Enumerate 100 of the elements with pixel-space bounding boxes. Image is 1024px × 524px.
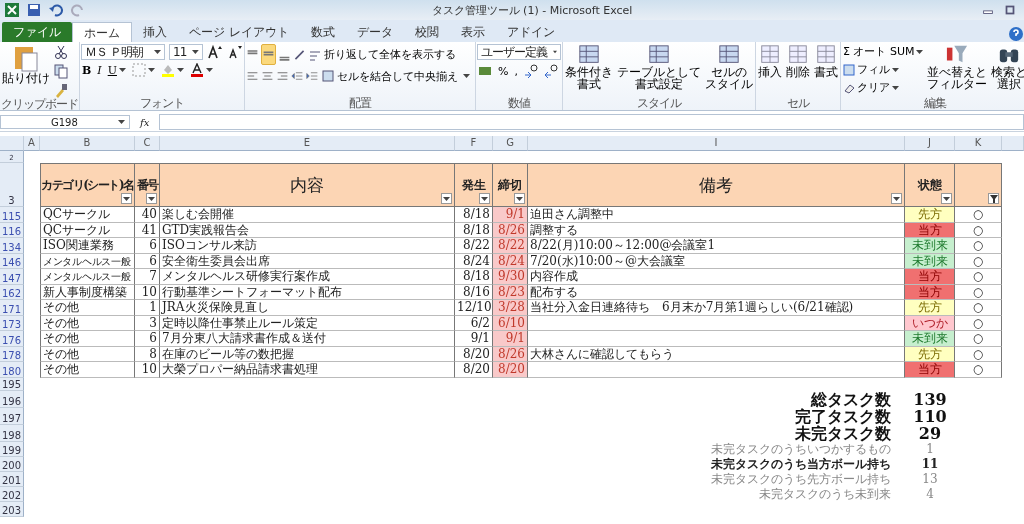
column-header[interactable]: K (955, 136, 1002, 151)
wrap-text-button[interactable]: 折り返して全体を表示する (308, 47, 457, 62)
row-header[interactable]: 176 (0, 331, 24, 347)
dropdown-button[interactable] (941, 193, 952, 204)
style-button[interactable]: セルの スタイル (704, 44, 754, 90)
filter-icon[interactable] (988, 193, 999, 204)
row-header[interactable]: 115 (0, 207, 24, 223)
font-size-field[interactable]: 11 (169, 44, 203, 60)
ribbon-tab[interactable]: ページ レイアウト (178, 22, 300, 42)
group-label: 配置 (349, 97, 371, 110)
summary-label: 未完タスクのうち先方ボール持ち (711, 471, 891, 486)
caret-icon (147, 68, 155, 72)
excel-icon[interactable] (4, 2, 20, 18)
number-format-field[interactable]: ユーザー定義 (477, 44, 561, 60)
shrink-font-icon[interactable] (227, 44, 243, 60)
ribbon-tab[interactable]: 挿入 (132, 22, 178, 42)
increase-decimal-icon[interactable] (522, 63, 539, 79)
help-icon[interactable] (1008, 26, 1024, 42)
save-icon[interactable] (26, 2, 42, 18)
ribbon-tab[interactable]: ホーム (72, 22, 132, 42)
undo-icon[interactable] (48, 2, 64, 18)
dropdown-button[interactable] (514, 193, 525, 204)
dropdown-button[interactable] (891, 193, 902, 204)
group-label: 編集 (924, 97, 947, 110)
row-header[interactable]: 147 (0, 269, 24, 285)
table-cell: 調整する (528, 222, 905, 238)
column-header[interactable]: E (160, 136, 455, 151)
table-cell: 3/28 (493, 300, 528, 316)
insert-function-button[interactable]: fx (134, 116, 156, 128)
table-cell: 8/22(月)10:00～12:00@会議室1 (528, 238, 905, 254)
grow-font-icon[interactable] (207, 44, 223, 60)
row-header[interactable]: 171 (0, 300, 24, 316)
style-button[interactable]: テーブルとして 書式設定 (616, 44, 702, 90)
column-header[interactable]: J (905, 136, 955, 151)
column-header[interactable]: F (455, 136, 493, 151)
caret-icon (118, 68, 126, 72)
row-header[interactable]: 180 (0, 362, 24, 378)
column-header[interactable]: I (528, 136, 905, 151)
italic-button[interactable]: I (96, 63, 103, 77)
group-label: 数値 (508, 97, 530, 110)
dropdown-button[interactable] (146, 193, 157, 204)
ribbon-tab[interactable]: データ (345, 22, 404, 42)
cells-button[interactable]: 挿入 (757, 44, 783, 78)
table-cell: 楽しむ会開催 (160, 207, 455, 223)
table-cell: その他 (40, 315, 135, 331)
ribbon-tab[interactable]: 表示 (449, 22, 496, 42)
percent-button[interactable]: % (497, 64, 510, 78)
ribbon-tab[interactable]: アドイン (495, 22, 566, 42)
paste-button[interactable]: 貼り付け (1, 44, 51, 84)
table-cell: ISO関連業務 (40, 238, 135, 254)
fill-color-button[interactable] (159, 63, 185, 77)
row-header[interactable]: 3 (0, 163, 24, 207)
underline-button[interactable]: U (106, 63, 127, 77)
borders-button[interactable] (130, 63, 156, 77)
table-cell: ○ (955, 300, 1002, 316)
summary-value: 139 (912, 390, 948, 408)
column-header[interactable]: G (493, 136, 528, 151)
scissors-icon[interactable] (53, 44, 69, 60)
table-cell: 10 (135, 284, 160, 300)
table-cell: 3 (135, 315, 160, 331)
find-select-button[interactable]: 検索と 選択 (990, 44, 1024, 90)
row-header[interactable]: 134 (0, 238, 24, 254)
column-header[interactable]: A (24, 136, 40, 151)
cells-button[interactable]: 書式 (813, 44, 839, 78)
autosum-button[interactable]: Σ オート SUM (842, 44, 925, 59)
table-cell: メンタルヘルス一般 (40, 253, 135, 269)
format-brush-icon[interactable] (53, 82, 69, 98)
bold-button[interactable]: B (81, 63, 93, 77)
font-color-button[interactable] (188, 63, 214, 77)
clear-button[interactable]: クリア (842, 80, 925, 95)
dropdown-button[interactable] (479, 193, 490, 204)
ribbon-tab[interactable]: 校閲 (403, 22, 450, 42)
status-cell: 未到来 (905, 238, 955, 254)
summary-label: 総タスク数 (811, 389, 891, 409)
dropdown-button[interactable] (441, 193, 452, 204)
merge-center-button[interactable]: セルを結合して中央揃え (321, 68, 474, 84)
group-label: スタイル (637, 97, 681, 110)
fill-button[interactable]: フィル (842, 62, 925, 77)
name-box[interactable]: G198 (0, 115, 130, 129)
formula-field[interactable] (159, 114, 1024, 130)
column-title: 締切 (498, 176, 522, 194)
window-title: タスク管理ツール (1) - Microsoft Excel (430, 2, 634, 18)
sort-filter-button[interactable]: 並べ替えと フィルター (926, 44, 989, 90)
dropdown-button[interactable] (121, 193, 132, 204)
column-header[interactable]: B (40, 136, 135, 151)
table-cell: 7 (135, 269, 160, 285)
comma-button[interactable]: , (513, 64, 519, 78)
caret-icon (516, 196, 523, 201)
caret-icon (892, 67, 899, 72)
style-button[interactable]: 条件付き 書式 (564, 44, 614, 90)
caret-icon (205, 68, 213, 72)
ribbon-tab[interactable]: 数式 (299, 22, 346, 42)
copy-icon[interactable] (53, 63, 69, 79)
font-name-field[interactable]: ＭＳ Ｐ明朝 (81, 44, 165, 60)
ribbon-tab[interactable]: ファイル (2, 22, 72, 42)
cells-button[interactable]: 削除 (785, 44, 811, 78)
table-cell: 8/22 (493, 238, 528, 254)
table-cell: QCサークル (40, 207, 135, 223)
column-header[interactable]: C (135, 136, 160, 151)
decrease-decimal-icon[interactable] (542, 63, 559, 79)
